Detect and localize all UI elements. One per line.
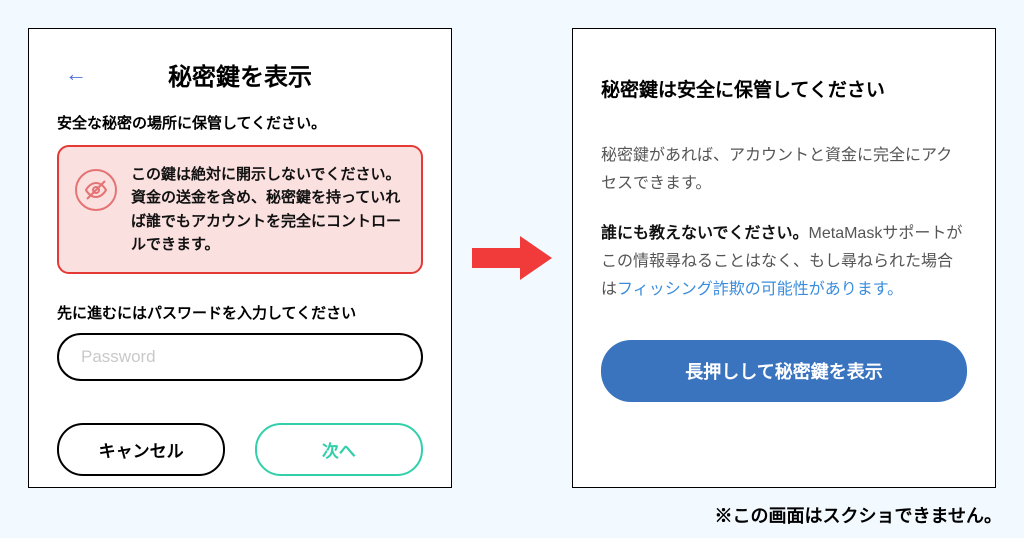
phishing-link[interactable]: フィッシング詐欺の可能性があります。 — [617, 281, 903, 298]
panel2-body: 秘密鍵があれば、アカウントと資金に完全にアクセスできます。 誰にも教えないでくだ… — [601, 142, 967, 304]
warning-box: この鍵は絶対に開示しないでください。資金の送金を含め、秘密鍵を持っていれば誰でも… — [57, 145, 423, 274]
panel1-header: ← 秘密鍵を表示 — [57, 57, 423, 92]
panel2-title: 秘密鍵は安全に保管してください — [601, 75, 967, 102]
panel1-subtitle: 安全な秘密の場所に保管してください。 — [57, 112, 423, 133]
reveal-hold-button[interactable]: 長押しして秘密鍵を表示 — [601, 340, 967, 402]
flow-arrow-icon — [472, 233, 552, 283]
panel2-strong-lead: 誰にも教えないでください。 — [601, 225, 809, 242]
next-button[interactable]: 次へ — [255, 423, 423, 476]
button-row: キャンセル 次へ — [57, 423, 423, 476]
panel-reveal-key-step2: 秘密鍵は安全に保管してください 秘密鍵があれば、アカウントと資金に完全にアクセス… — [572, 28, 996, 488]
panel1-title: 秘密鍵を表示 — [57, 57, 423, 92]
password-label: 先に進むにはパスワードを入力してください — [57, 302, 423, 323]
back-arrow-icon[interactable]: ← — [65, 61, 87, 87]
password-input[interactable] — [57, 333, 423, 381]
panel-reveal-key-step1: ← 秘密鍵を表示 安全な秘密の場所に保管してください。 この鍵は絶対に開示しない… — [28, 28, 452, 488]
eye-slash-icon — [75, 169, 117, 211]
warning-text: この鍵は絶対に開示しないでください。資金の送金を含め、秘密鍵を持っていれば誰でも… — [131, 163, 405, 256]
cancel-button[interactable]: キャンセル — [57, 423, 225, 476]
panel2-desc1: 秘密鍵があれば、アカウントと資金に完全にアクセスできます。 — [601, 142, 967, 198]
panel2-warning-paragraph: 誰にも教えないでください。MetaMaskサポートがこの情報尋ねることはなく、も… — [601, 220, 967, 304]
screenshot-footnote: ※この画面はスクショできません。 — [715, 502, 1002, 528]
